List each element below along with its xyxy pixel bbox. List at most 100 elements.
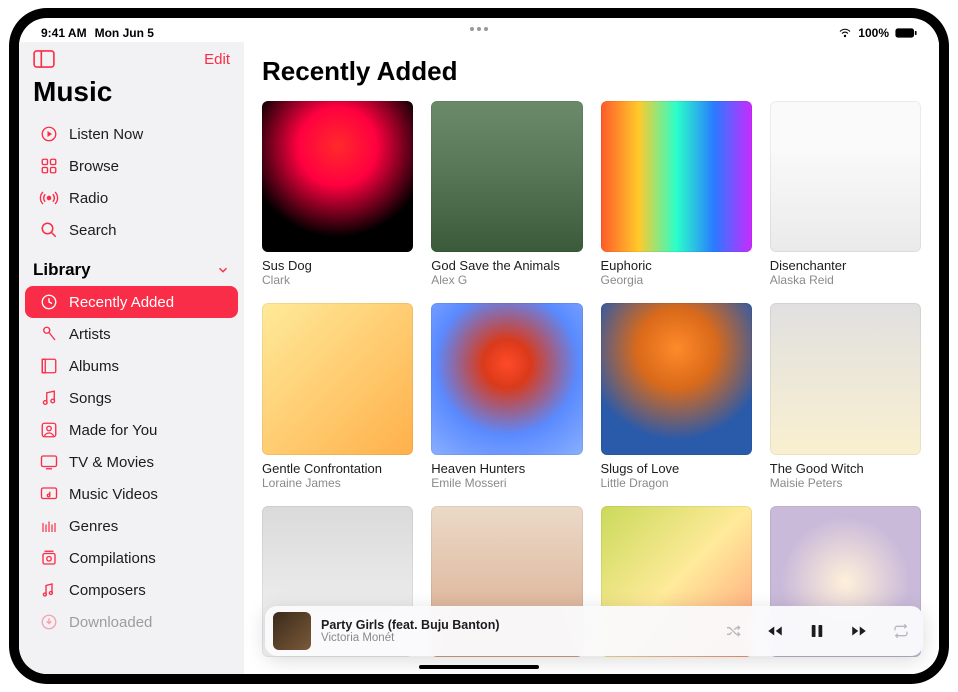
- status-right: 100%: [838, 26, 917, 40]
- album-cover[interactable]: [601, 101, 752, 252]
- library-label: TV & Movies: [69, 454, 154, 471]
- library-recently-added[interactable]: Recently Added: [25, 286, 238, 318]
- playback-controls: [723, 621, 911, 641]
- album-cover[interactable]: [262, 303, 413, 454]
- app-title: Music: [19, 70, 244, 118]
- library-made-for-you[interactable]: Made for You: [25, 414, 238, 446]
- nav-list: Listen Now Browse Radio Search: [19, 118, 244, 246]
- library-label: Artists: [69, 326, 111, 343]
- shuffle-button[interactable]: [723, 621, 743, 641]
- album-title: The Good Witch: [770, 461, 921, 476]
- library-artists[interactable]: Artists: [25, 318, 238, 350]
- main-panel[interactable]: Recently Added Sus DogClarkGod Save the …: [244, 42, 939, 674]
- now-playing-text[interactable]: Party Girls (feat. Buju Banton) Victoria…: [321, 618, 500, 644]
- library-label: Recently Added: [69, 294, 174, 311]
- status-date: Mon Jun 5: [95, 26, 154, 40]
- album-title: Euphoric: [601, 258, 752, 273]
- nav-label: Search: [69, 222, 117, 239]
- library-albums[interactable]: Albums: [25, 350, 238, 382]
- album-title: Disenchanter: [770, 258, 921, 273]
- tv-icon: [39, 452, 59, 472]
- nav-listen-now[interactable]: Listen Now: [25, 118, 238, 150]
- album-card[interactable]: DisenchanterAlaska Reid: [770, 101, 921, 287]
- album-artist: Alaska Reid: [770, 273, 921, 287]
- guitar-icon: [39, 516, 59, 536]
- pause-button[interactable]: [807, 621, 827, 641]
- album-title: Heaven Hunters: [431, 461, 582, 476]
- album-cover[interactable]: [601, 303, 752, 454]
- note-icon: [39, 388, 59, 408]
- album-card[interactable]: Heaven HuntersEmile Mosseri: [431, 303, 582, 489]
- next-button[interactable]: [849, 621, 869, 641]
- multitask-dots[interactable]: [470, 27, 488, 31]
- album-artist: Maisie Peters: [770, 476, 921, 490]
- album-card[interactable]: God Save the AnimalsAlex G: [431, 101, 582, 287]
- library-music-videos[interactable]: Music Videos: [25, 478, 238, 510]
- library-tv-movies[interactable]: TV & Movies: [25, 446, 238, 478]
- battery-icon: [895, 27, 917, 39]
- nav-radio[interactable]: Radio: [25, 182, 238, 214]
- library-composers[interactable]: Composers: [25, 574, 238, 606]
- nav-browse[interactable]: Browse: [25, 150, 238, 182]
- library-label: Genres: [69, 518, 118, 535]
- album-icon: [39, 356, 59, 376]
- now-playing-bar[interactable]: Party Girls (feat. Buju Banton) Victoria…: [265, 606, 923, 656]
- library-label: Music Videos: [69, 486, 158, 503]
- nav-search[interactable]: Search: [25, 214, 238, 246]
- wifi-icon: [838, 27, 852, 39]
- album-artist: Loraine James: [262, 476, 413, 490]
- album-card[interactable]: Sus DogClark: [262, 101, 413, 287]
- repeat-button[interactable]: [891, 621, 911, 641]
- nav-label: Browse: [69, 158, 119, 175]
- library-label: Compilations: [69, 550, 156, 567]
- library-genres[interactable]: Genres: [25, 510, 238, 542]
- album-artist: Clark: [262, 273, 413, 287]
- album-title: Slugs of Love: [601, 461, 752, 476]
- library-label: Composers: [69, 582, 146, 599]
- library-label: Made for You: [69, 422, 157, 439]
- chevron-down-icon: [216, 263, 230, 277]
- album-title: God Save the Animals: [431, 258, 582, 273]
- sidebar-toggle-icon[interactable]: [33, 50, 55, 68]
- album-cover[interactable]: [262, 101, 413, 252]
- library-list: Recently Added Artists Albums Songs: [19, 286, 244, 638]
- person-badge-icon: [39, 420, 59, 440]
- album-cover[interactable]: [770, 303, 921, 454]
- home-indicator[interactable]: [419, 665, 539, 669]
- clock-icon: [39, 292, 59, 312]
- album-cover[interactable]: [431, 101, 582, 252]
- album-card[interactable]: Slugs of LoveLittle Dragon: [601, 303, 752, 489]
- now-playing-artwork[interactable]: [273, 612, 311, 650]
- now-playing-title: Party Girls (feat. Buju Banton): [321, 618, 500, 632]
- album-cover[interactable]: [770, 101, 921, 252]
- nav-label: Radio: [69, 190, 108, 207]
- edit-button[interactable]: Edit: [204, 51, 230, 68]
- album-title: Gentle Confrontation: [262, 461, 413, 476]
- library-label: Downloaded: [69, 614, 152, 631]
- album-title: Sus Dog: [262, 258, 413, 273]
- device-frame: 9:41 AM Mon Jun 5 100%: [9, 8, 949, 684]
- library-label: Albums: [69, 358, 119, 375]
- previous-button[interactable]: [765, 621, 785, 641]
- library-downloaded[interactable]: Downloaded: [25, 606, 238, 638]
- music-video-icon: [39, 484, 59, 504]
- library-compilations[interactable]: Compilations: [25, 542, 238, 574]
- album-artist: Little Dragon: [601, 476, 752, 490]
- library-header-label: Library: [33, 260, 91, 280]
- album-card[interactable]: Gentle ConfrontationLoraine James: [262, 303, 413, 489]
- album-artist: Georgia: [601, 273, 752, 287]
- album-grid: Sus DogClarkGod Save the AnimalsAlex GEu…: [262, 101, 921, 657]
- album-artist: Emile Mosseri: [431, 476, 582, 490]
- album-card[interactable]: The Good WitchMaisie Peters: [770, 303, 921, 489]
- now-playing-artist: Victoria Monét: [321, 632, 500, 644]
- library-songs[interactable]: Songs: [25, 382, 238, 414]
- album-cover[interactable]: [431, 303, 582, 454]
- sidebar: Edit Music Listen Now Browse Radio: [19, 42, 244, 674]
- album-card[interactable]: EuphoricGeorgia: [601, 101, 752, 287]
- status-bar: 9:41 AM Mon Jun 5 100%: [19, 18, 939, 42]
- search-icon: [39, 220, 59, 240]
- library-header[interactable]: Library: [19, 246, 244, 286]
- mic-icon: [39, 324, 59, 344]
- battery-percent: 100%: [858, 26, 889, 40]
- status-time: 9:41 AM: [41, 26, 87, 40]
